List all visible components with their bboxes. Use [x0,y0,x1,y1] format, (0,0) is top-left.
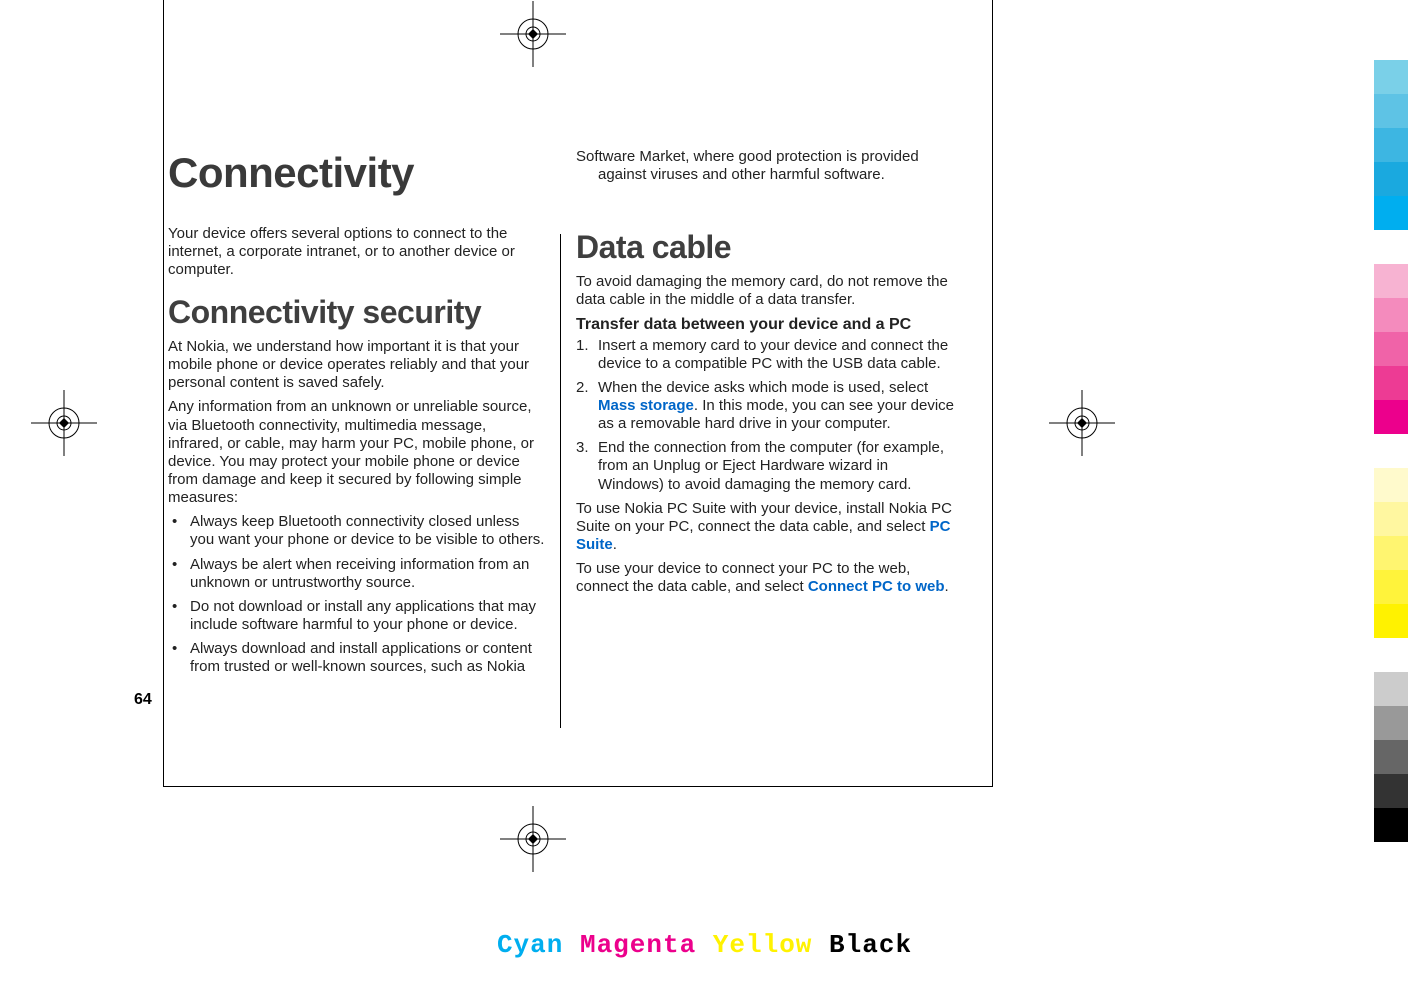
swatch-gap [1374,638,1408,672]
swatch-icon [1374,400,1408,434]
swatch-icon [1374,332,1408,366]
intro-paragraph: Your device offers several options to co… [168,225,545,279]
swatch-icon [1374,774,1408,808]
list-item: Always keep Bluetooth connectivity close… [168,513,545,549]
swatch-icon [1374,196,1408,230]
list-item: When the device asks which mode is used,… [576,379,955,433]
swatch-gap [1374,434,1408,468]
page: Connectivity Your device offers several … [0,0,1409,1003]
swatch-icon [1374,740,1408,774]
registration-mark-icon [31,390,97,456]
body-paragraph: To use your device to connect your PC to… [576,560,955,596]
right-column: Software Market, where good protection i… [564,148,955,768]
registration-mark-icon [1049,390,1115,456]
paragraph-text: . [945,578,949,595]
continuation-paragraph: Software Market, where good protection i… [576,148,955,184]
swatch-icon [1374,570,1408,604]
swatch-icon [1374,672,1408,706]
list-item: Insert a memory card to your device and … [576,337,955,373]
yellow-label: Yellow [713,930,813,960]
subsection-heading: Transfer data between your device and a … [576,315,955,334]
swatch-icon [1374,706,1408,740]
ui-option: Mass storage [598,397,694,414]
paragraph-text: . [613,536,617,553]
swatch-icon [1374,536,1408,570]
left-column: Connectivity Your device offers several … [168,148,559,768]
swatch-icon [1374,128,1408,162]
color-calibration-strip [1374,60,1409,842]
ui-option: Connect PC to web [808,578,945,595]
swatch-icon [1374,366,1408,400]
swatch-gap [1374,230,1408,264]
list-item: Always be alert when receiving informati… [168,556,545,592]
body-paragraph: To use Nokia PC Suite with your device, … [576,500,955,554]
swatch-icon [1374,808,1408,842]
body-paragraph: To avoid damaging the memory card, do no… [576,273,955,309]
paragraph-text: To use Nokia PC Suite with your device, … [576,500,952,535]
magenta-label: Magenta [580,930,696,960]
swatch-icon [1374,604,1408,638]
list-item: Always download and install applications… [168,640,545,676]
cmyk-label: Cyan Magenta Yellow Black [0,930,1409,960]
column-separator [560,234,561,728]
swatch-icon [1374,298,1408,332]
step-text: When the device asks which mode is used,… [598,379,928,396]
cyan-label: Cyan [497,930,563,960]
body-paragraph: At Nokia, we understand how important it… [168,338,545,392]
list-item: Do not download or install any applicati… [168,598,545,634]
page-number: 64 [134,691,152,709]
black-label: Black [829,930,912,960]
swatch-icon [1374,60,1408,94]
swatch-icon [1374,502,1408,536]
text-columns: Connectivity Your device offers several … [168,148,958,768]
body-paragraph: Any information from an unknown or unrel… [168,398,545,507]
swatch-icon [1374,94,1408,128]
section-heading: Data cable [576,228,955,267]
swatch-icon [1374,468,1408,502]
section-heading: Connectivity security [168,293,545,332]
registration-mark-icon [500,806,566,872]
chapter-title: Connectivity [168,148,545,199]
swatch-icon [1374,162,1408,196]
numbered-list: Insert a memory card to your device and … [576,337,955,494]
swatch-icon [1374,264,1408,298]
list-item: End the connection from the computer (fo… [576,439,955,493]
bullet-list: Always keep Bluetooth connectivity close… [168,513,545,676]
